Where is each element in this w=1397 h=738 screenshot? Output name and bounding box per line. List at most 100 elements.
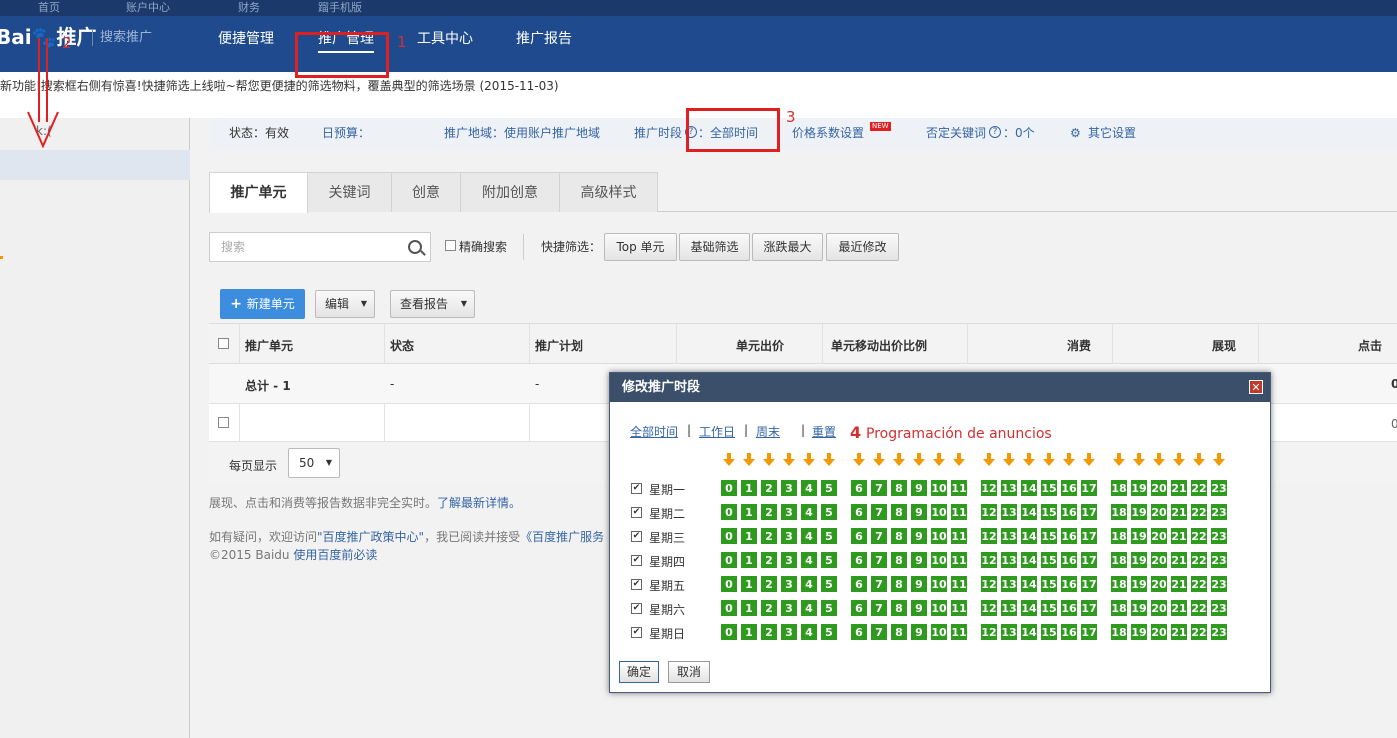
- hour-cell[interactable]: 13: [1000, 479, 1018, 497]
- hour-cell[interactable]: 13: [1000, 527, 1018, 545]
- hour-cell[interactable]: 23: [1210, 479, 1228, 497]
- hour-cell[interactable]: 17: [1080, 623, 1098, 641]
- filter-max-change-button[interactable]: 涨跌最大: [752, 233, 823, 261]
- day-checkbox[interactable]: ✔: [631, 603, 642, 614]
- hour-cell[interactable]: 5: [820, 551, 838, 569]
- hour-column-arrow-icon[interactable]: [783, 453, 795, 467]
- hour-cell[interactable]: 12: [980, 575, 998, 593]
- hour-cell[interactable]: 20: [1150, 551, 1168, 569]
- hour-cell[interactable]: 10: [930, 599, 948, 617]
- hour-cell[interactable]: 23: [1210, 623, 1228, 641]
- hour-cell[interactable]: 0: [720, 623, 738, 641]
- hour-column-arrow-icon[interactable]: [1173, 453, 1185, 467]
- hour-cell[interactable]: 7: [870, 551, 888, 569]
- hour-cell[interactable]: 21: [1170, 479, 1188, 497]
- hour-cell[interactable]: 23: [1210, 599, 1228, 617]
- top-link-mobile[interactable]: 蹓手机版: [318, 0, 362, 16]
- day-checkbox[interactable]: ✔: [631, 579, 642, 590]
- hour-cell[interactable]: 14: [1020, 623, 1038, 641]
- column-header-mobile-bid[interactable]: 单元移动出价比例: [831, 337, 927, 354]
- hour-column-arrow-icon[interactable]: [933, 453, 945, 467]
- hour-cell[interactable]: 3: [780, 623, 798, 641]
- hour-cell[interactable]: 1: [740, 575, 758, 593]
- column-header-status[interactable]: 状态: [390, 337, 414, 354]
- hour-cell[interactable]: 19: [1130, 599, 1148, 617]
- hour-cell[interactable]: 3: [780, 599, 798, 617]
- hour-cell[interactable]: 13: [1000, 551, 1018, 569]
- hour-column-arrow-icon[interactable]: [913, 453, 925, 467]
- hour-cell[interactable]: 4: [800, 623, 818, 641]
- policy-center-link[interactable]: "百度推广政策中心": [317, 530, 424, 544]
- hour-cell[interactable]: 0: [720, 503, 738, 521]
- hour-cell[interactable]: 6: [850, 503, 868, 521]
- column-header-clicks[interactable]: 点击: [1358, 337, 1382, 354]
- hour-cell[interactable]: 11: [950, 623, 968, 641]
- hour-cell[interactable]: 3: [780, 479, 798, 497]
- hour-cell[interactable]: 6: [850, 479, 868, 497]
- new-unit-button[interactable]: + 新建单元: [220, 289, 305, 319]
- hour-cell[interactable]: 22: [1190, 599, 1208, 617]
- hour-cell[interactable]: 7: [870, 575, 888, 593]
- hour-cell[interactable]: 18: [1110, 575, 1128, 593]
- hour-cell[interactable]: 12: [980, 479, 998, 497]
- hour-cell[interactable]: 9: [910, 575, 928, 593]
- hour-column-arrow-icon[interactable]: [1043, 453, 1055, 467]
- hour-cell[interactable]: 5: [820, 599, 838, 617]
- hour-cell[interactable]: 16: [1060, 527, 1078, 545]
- tab-creatives[interactable]: 创意: [391, 172, 461, 212]
- edit-dropdown[interactable]: 编辑 ▼: [315, 290, 375, 318]
- tab-keywords[interactable]: 关键词: [307, 172, 392, 212]
- hour-cell[interactable]: 2: [760, 479, 778, 497]
- hour-cell[interactable]: 4: [800, 527, 818, 545]
- sidebar-item-selected[interactable]: [0, 150, 190, 180]
- hour-cell[interactable]: 21: [1170, 623, 1188, 641]
- negative-keyword-label[interactable]: 否定关键词: [926, 118, 986, 148]
- top-link-finance[interactable]: 财务: [238, 0, 260, 16]
- hour-cell[interactable]: 1: [740, 479, 758, 497]
- tab-advanced-styles[interactable]: 高级样式: [559, 172, 658, 212]
- hour-cell[interactable]: 15: [1040, 599, 1058, 617]
- hour-cell[interactable]: 9: [910, 623, 928, 641]
- hour-cell[interactable]: 2: [760, 503, 778, 521]
- hour-cell[interactable]: 12: [980, 551, 998, 569]
- column-header-plan[interactable]: 推广计划: [535, 337, 583, 354]
- hour-cell[interactable]: 18: [1110, 551, 1128, 569]
- hour-cell[interactable]: 19: [1130, 479, 1148, 497]
- other-settings-link[interactable]: 其它设置: [1088, 118, 1136, 148]
- budget-link[interactable]: 日预算：: [322, 118, 370, 148]
- hour-cell[interactable]: 7: [870, 503, 888, 521]
- hour-cell[interactable]: 1: [740, 623, 758, 641]
- hour-cell[interactable]: 6: [850, 575, 868, 593]
- hour-cell[interactable]: 22: [1190, 623, 1208, 641]
- hour-cell[interactable]: 21: [1170, 503, 1188, 521]
- view-report-dropdown[interactable]: 查看报告 ▼: [390, 290, 475, 318]
- hour-cell[interactable]: 5: [820, 479, 838, 497]
- hour-cell[interactable]: 2: [760, 623, 778, 641]
- hour-column-arrow-icon[interactable]: [893, 453, 905, 467]
- column-header-impressions[interactable]: 展现: [1212, 337, 1236, 354]
- tab-units[interactable]: 推广单元: [209, 172, 308, 213]
- hour-column-arrow-icon[interactable]: [1113, 453, 1125, 467]
- hour-cell[interactable]: 10: [930, 479, 948, 497]
- row-checkbox[interactable]: [218, 417, 229, 428]
- hour-cell[interactable]: 20: [1150, 623, 1168, 641]
- hour-cell[interactable]: 18: [1110, 479, 1128, 497]
- filter-recent-button[interactable]: 最近修改: [826, 233, 899, 261]
- hour-column-arrow-icon[interactable]: [1213, 453, 1225, 467]
- top-link-home[interactable]: 首页: [38, 0, 60, 16]
- hour-cell[interactable]: 15: [1040, 551, 1058, 569]
- exact-search-checkbox[interactable]: [445, 240, 456, 251]
- hour-cell[interactable]: 16: [1060, 623, 1078, 641]
- tab-extra-creatives[interactable]: 附加创意: [460, 172, 560, 212]
- hour-cell[interactable]: 2: [760, 527, 778, 545]
- hour-cell[interactable]: 11: [950, 551, 968, 569]
- hour-cell[interactable]: 10: [930, 623, 948, 641]
- gear-icon[interactable]: ⚙: [1070, 118, 1081, 148]
- hour-cell[interactable]: 8: [890, 479, 908, 497]
- reset-link[interactable]: 重置: [812, 423, 836, 440]
- hour-cell[interactable]: 23: [1210, 575, 1228, 593]
- hour-cell[interactable]: 22: [1190, 575, 1208, 593]
- hour-cell[interactable]: 3: [780, 575, 798, 593]
- hour-cell[interactable]: 21: [1170, 575, 1188, 593]
- filter-basic-button[interactable]: 基础筛选: [679, 233, 750, 261]
